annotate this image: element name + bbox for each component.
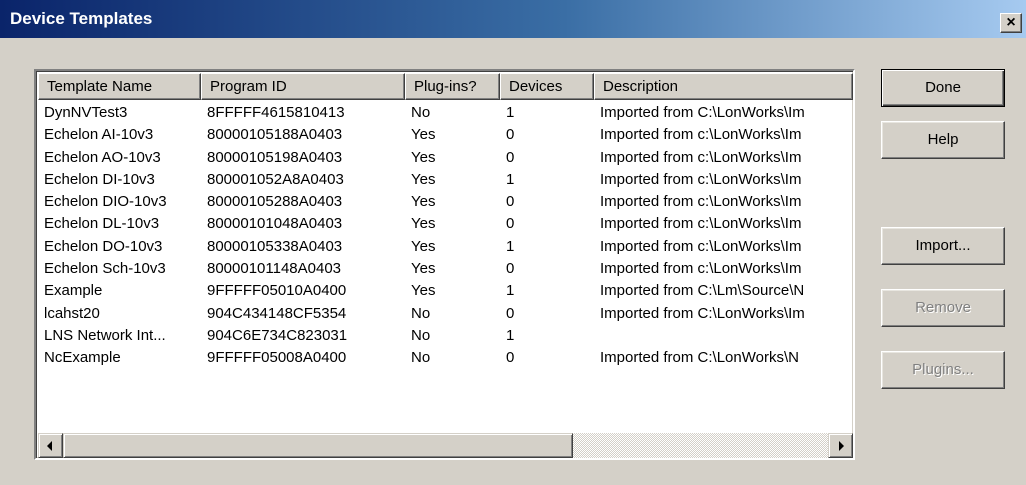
table-row[interactable]: Echelon DIO-10v3 80000105288A0403 Yes 0 Impo… [38,191,853,213]
cell-program-id: 800001052A8A0403 [207,170,344,188]
cell-program-id: 80000101048A0403 [207,215,343,233]
column-header-template-name[interactable]: Template Name [38,73,201,100]
cell-devices: 0 [506,193,515,211]
cell-plugins: Yes [411,193,436,211]
cell-description: Imported from c:\LonWorks\Im [600,260,802,278]
scroll-left-button[interactable] [38,433,63,458]
cell-devices: 0 [506,148,515,166]
cell-program-id: 80000105338A0403 [207,237,343,255]
cell-program-id: 9FFFFF05008A0400 [207,349,347,367]
table-row[interactable]: DynNVTest3 8FFFFF4615810413 No 1 Imported fr… [38,102,853,124]
plugins-button[interactable]: Plugins... [881,351,1005,389]
list-header: Template Name Program ID Plug-ins? Devic… [38,73,853,100]
scrollbar-thumb[interactable] [63,433,573,458]
scroll-left-icon [47,441,52,451]
column-header-plugins[interactable]: Plug-ins? [405,73,500,100]
cell-plugins: Yes [411,282,436,300]
column-header-program-id[interactable]: Program ID [201,73,405,100]
cell-plugins: Yes [411,237,436,255]
cell-description: Imported from c:\LonWorks\Im [600,148,802,166]
table-row[interactable]: Echelon AO-10v3 80000105198A0403 Yes 0 Impor… [38,147,853,169]
table-row[interactable]: Echelon Sch-10v3 80000101148A0403 Yes 0 Impo… [38,258,853,280]
table-row[interactable]: Echelon DO-10v3 80000105338A0403 Yes 1 Impor… [38,236,853,258]
close-button[interactable]: × [1000,13,1022,33]
window-title: Device Templates [10,9,153,28]
table-row[interactable]: lcahst20 904C434148CF5354 No 0 Imported from… [38,303,853,325]
cell-description: Imported from c:\LonWorks\Im [600,215,802,233]
cell-devices: 1 [506,170,515,188]
cell-template-name: Echelon DL-10v3 [44,215,160,233]
cell-template-name: Echelon AO-10v3 [44,148,161,166]
cell-description: Imported from C:\LonWorks\Im [600,104,805,121]
cell-plugins: No [411,326,431,344]
column-header-devices[interactable]: Devices [500,73,594,100]
cell-description: Imported from C:\LonWorks\Im [600,304,805,322]
cell-template-name: LNS Network Int... [44,326,166,344]
column-header-description[interactable]: Description [594,73,853,100]
cell-template-name: NcExample [44,349,121,367]
table-row[interactable]: Echelon DL-10v3 80000101048A0403 Yes 0 Impor… [38,213,853,235]
cell-devices: 1 [506,104,515,121]
table-row[interactable]: NcExample 9FFFFF05008A0400 No 0 Imported fro… [38,347,853,369]
cell-plugins: No [411,104,431,121]
title-bar: Device Templates × [0,0,1026,38]
cell-plugins: Yes [411,215,436,233]
cell-program-id: 904C434148CF5354 [207,304,347,322]
table-row[interactable]: Example 9FFFFF05010A0400 Yes 1 Imported from… [38,280,853,302]
scroll-right-icon [839,441,844,451]
help-button[interactable]: Help [881,121,1005,159]
cell-template-name: Echelon DIO-10v3 [44,193,167,211]
cell-program-id: 904C6E734C823031 [207,326,348,344]
done-button[interactable]: Done [881,69,1005,107]
cell-description: Imported from C:\Lm\Source\N [600,282,805,300]
list-rows: DynNVTest3 8FFFFF4615810413 No 1 Imported fr… [38,102,853,370]
cell-template-name: Echelon AI-10v3 [44,126,154,144]
cell-devices: 1 [506,282,515,300]
cell-devices: 0 [506,260,515,278]
cell-program-id: 80000105188A0403 [207,126,343,144]
cell-template-name: Echelon Sch-10v3 [44,260,166,278]
cell-devices: 0 [506,349,515,367]
cell-plugins: Yes [411,170,436,188]
cell-plugins: Yes [411,148,436,166]
cell-program-id: 80000105198A0403 [207,148,343,166]
cell-program-id: 80000101148A0403 [207,260,342,278]
cell-program-id: 80000105288A0403 [207,193,343,211]
cell-description: Imported from c:\LonWorks\Im [600,193,802,211]
cell-plugins: No [411,349,431,367]
cell-devices: 1 [506,237,515,255]
cell-template-name: Echelon DI-10v3 [44,170,155,188]
cell-plugins: Yes [411,260,436,278]
cell-template-name: Echelon DO-10v3 [44,237,163,255]
cell-plugins: No [411,304,431,322]
cell-devices: 1 [506,326,515,344]
cell-description: Imported from c:\LonWorks\Im [600,126,802,144]
cell-program-id: 8FFFFF4615810413 [207,104,345,121]
remove-button[interactable]: Remove [881,289,1005,327]
cell-program-id: 9FFFFF05010A0400 [207,282,347,300]
cell-devices: 0 [506,126,515,144]
cell-template-name: DynNVTest3 [44,104,128,121]
cell-template-name: lcahst20 [44,304,100,322]
cell-description: Imported from C:\LonWorks\N [600,349,799,367]
cell-description: Imported from c:\LonWorks\Im [600,170,802,188]
template-list[interactable]: Template Name Program ID Plug-ins? Devic… [34,69,855,460]
cell-devices: 0 [506,304,515,322]
import-button[interactable]: Import... [881,227,1005,265]
cell-description: Imported from c:\LonWorks\Im [600,237,802,255]
cell-template-name: Example [44,282,103,300]
table-row[interactable]: Echelon DI-10v3 800001052A8A0403 Yes 1 Impor… [38,169,853,191]
cell-devices: 0 [506,215,515,233]
table-row[interactable]: Echelon AI-10v3 80000105188A0403 Yes 0 Impor… [38,124,853,146]
table-row[interactable]: LNS Network Int... 904C6E734C823031 No 1 [38,325,853,347]
scroll-right-button[interactable] [828,433,853,458]
cell-plugins: Yes [411,126,436,144]
horizontal-scrollbar[interactable] [38,433,853,458]
close-icon: × [1006,14,1016,31]
